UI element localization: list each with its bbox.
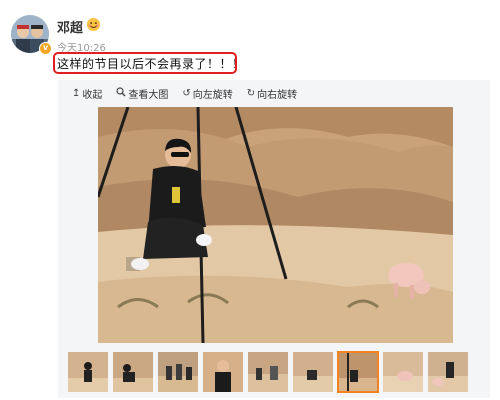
collapse-label: 收起 (82, 90, 103, 101)
thumbnail-2[interactable] (113, 352, 153, 392)
main-photo[interactable] (98, 107, 453, 343)
weibo-post: v 邓超 今天10:26 这样的节目以后不会再录了！！！ ↥ 收起 查看大图 ↺… (0, 0, 500, 400)
thumbnail-7-active[interactable] (337, 351, 379, 393)
magnifier-icon (116, 87, 126, 100)
media-toolbar: ↥ 收起 查看大图 ↺ 向左旋转 ↻ 向右旋转 (72, 86, 297, 101)
verified-v-icon: v (39, 42, 52, 55)
rotate-right-icon: ↻ (246, 88, 256, 99)
smile-emoji-icon (86, 17, 101, 32)
rotate-left-icon: ↺ (182, 88, 191, 99)
collapse-up-icon: ↥ (72, 88, 81, 99)
thumbnail-1[interactable] (68, 352, 108, 392)
rotate-left-button[interactable]: ↺ 向左旋转 (182, 86, 232, 101)
thumbnail-3[interactable] (158, 352, 198, 392)
highlight-box (53, 52, 237, 74)
thumbnail-4[interactable] (203, 352, 243, 392)
thumbnail-6[interactable] (293, 352, 333, 392)
view-large-label: 查看大图 (128, 90, 169, 101)
rotate-right-label: 向右旋转 (257, 90, 298, 101)
thumbnail-strip (68, 351, 468, 393)
rotate-right-button[interactable]: ↻ 向右旋转 (247, 86, 297, 101)
username[interactable]: 邓超 (57, 17, 83, 36)
collapse-button[interactable]: ↥ 收起 (72, 86, 102, 101)
thumbnail-9[interactable] (428, 352, 468, 392)
rotate-left-label: 向左旋转 (192, 90, 233, 101)
thumbnail-8[interactable] (383, 352, 423, 392)
thumbnail-5[interactable] (248, 352, 288, 392)
view-large-button[interactable]: 查看大图 (116, 86, 168, 101)
